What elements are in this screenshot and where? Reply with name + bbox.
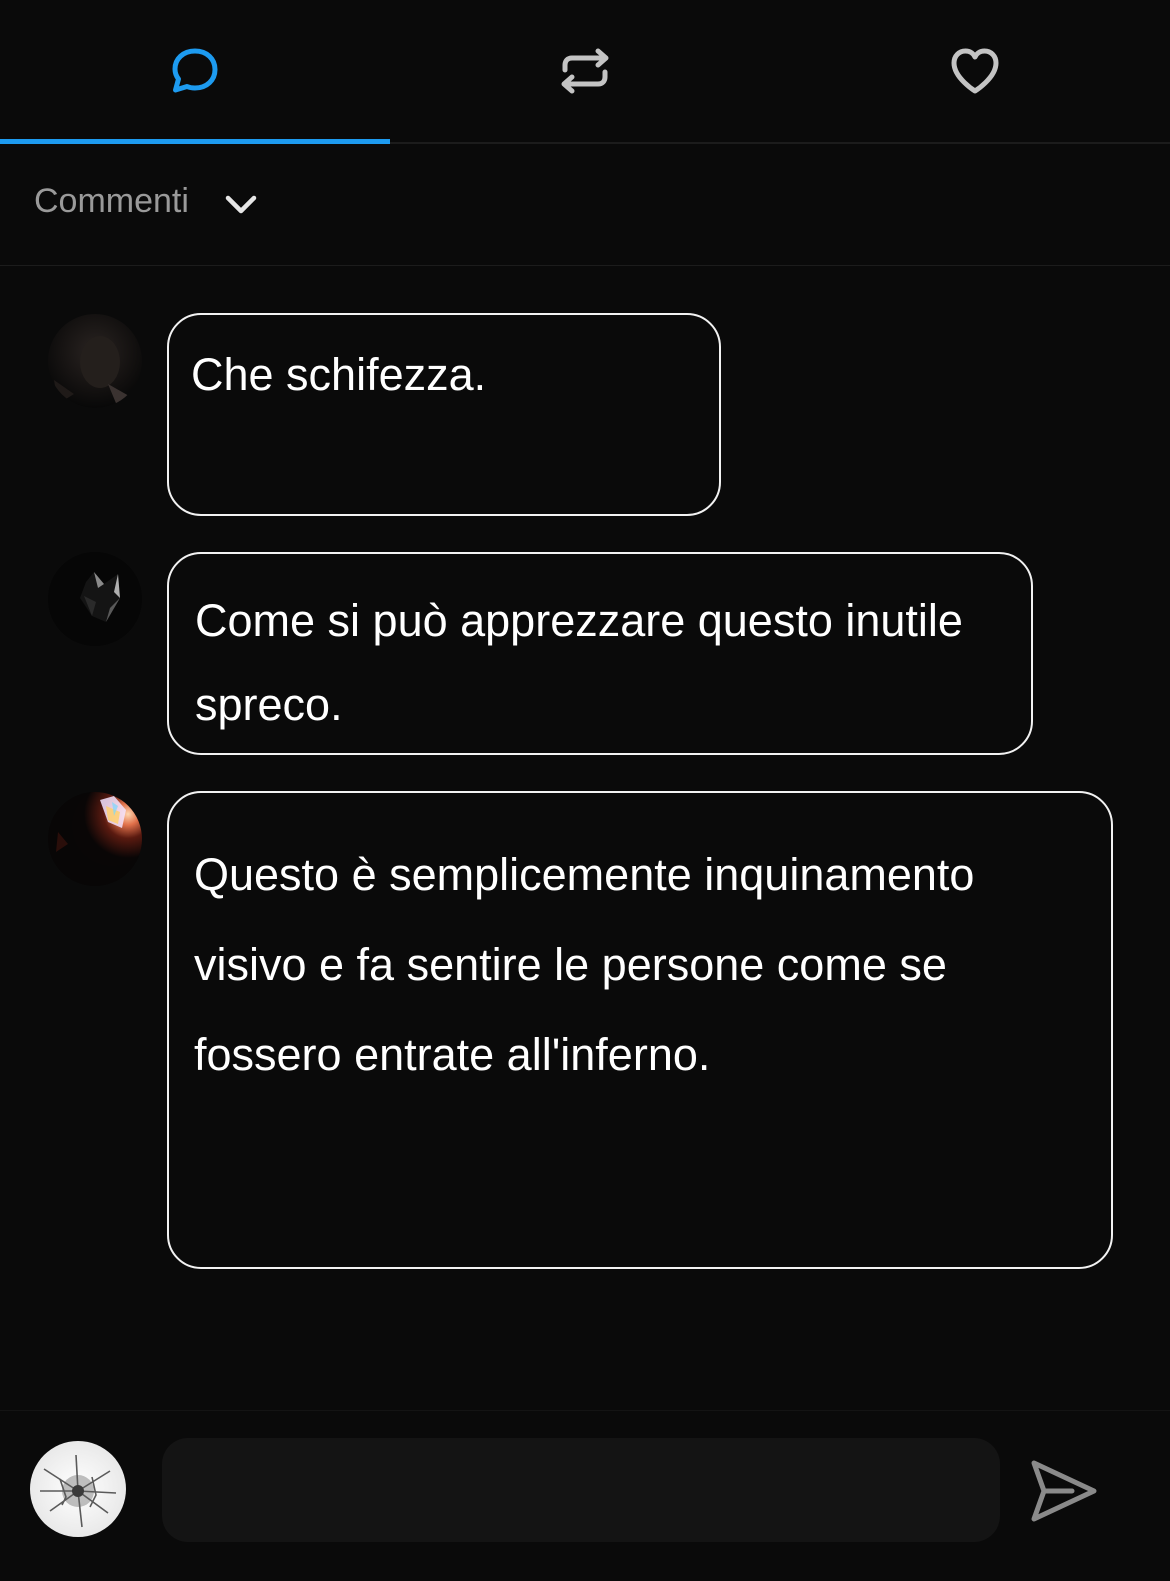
tab-bar <box>0 0 1170 144</box>
own-avatar[interactable] <box>30 1441 126 1537</box>
chevron-down-icon <box>225 195 257 214</box>
comment-bubble: Come si può apprezzare questo inutile sp… <box>167 552 1033 755</box>
avatar[interactable] <box>48 552 142 646</box>
comment-text: Questo è semplicemente inquinamento visi… <box>194 849 975 1080</box>
comments-sort-label: Commenti <box>34 181 189 220</box>
avatar[interactable] <box>48 792 142 886</box>
avatar[interactable] <box>48 314 142 408</box>
chat-bubble-icon <box>172 48 218 93</box>
heart-icon <box>951 48 999 94</box>
repost-icon <box>561 48 609 94</box>
tab-likes[interactable] <box>780 0 1170 142</box>
tab-comments[interactable] <box>0 0 390 144</box>
comment-composer <box>0 1410 1170 1581</box>
comments-filter-bar: Commenti <box>0 144 1170 266</box>
comment-input[interactable] <box>162 1438 1000 1542</box>
send-icon[interactable] <box>1028 1455 1100 1527</box>
comment-text: Che schifezza. <box>191 349 487 400</box>
comment-text: Come si può apprezzare questo inutile sp… <box>195 595 963 730</box>
comments-sort-dropdown[interactable]: Commenti <box>34 180 259 222</box>
tab-reposts[interactable] <box>390 0 780 142</box>
comments-screen: Commenti Che schifezza. Come si può appr… <box>0 0 1170 1581</box>
comment-bubble: Che schifezza. <box>167 313 721 516</box>
comment-bubble: Questo è semplicemente inquinamento visi… <box>167 791 1113 1269</box>
